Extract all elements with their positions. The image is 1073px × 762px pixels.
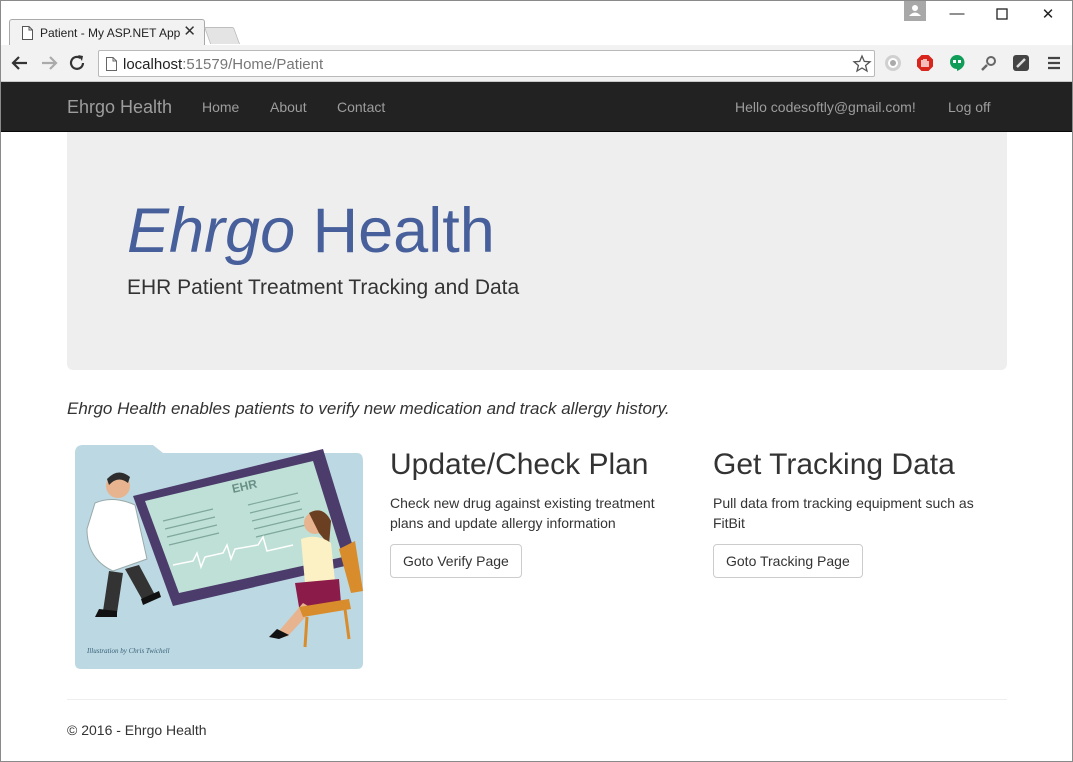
- address-bar[interactable]: localhost:51579/Home/Patient: [98, 50, 875, 77]
- back-icon[interactable]: [10, 53, 30, 73]
- url-text: localhost:51579/Home/Patient: [123, 56, 324, 73]
- minimize-icon[interactable]: —: [942, 5, 972, 25]
- feature-tracking: Get Tracking Data Pull data from trackin…: [713, 447, 1013, 578]
- browser-window: Patient - My ASP.NET App ✕ — ✕ localhost…: [0, 0, 1073, 762]
- tab-title: Patient - My ASP.NET App: [40, 26, 180, 40]
- page-icon: [22, 26, 33, 40]
- verify-heading: Update/Check Plan: [390, 448, 649, 481]
- menu-icon[interactable]: [1045, 54, 1063, 72]
- footer-text: © 2016 - Ehrgo Health: [67, 722, 207, 738]
- tracking-heading: Get Tracking Data: [713, 448, 955, 481]
- forward-icon[interactable]: [39, 53, 59, 73]
- tracking-description: Pull data from tracking equipment such a…: [713, 495, 974, 531]
- page-info-icon[interactable]: [106, 57, 117, 71]
- hangouts-icon[interactable]: [948, 54, 966, 72]
- adblock-icon[interactable]: [916, 54, 934, 72]
- goto-tracking-button[interactable]: Goto Tracking Page: [713, 544, 863, 578]
- jumbotron-title: Ehrgo Health: [127, 196, 495, 266]
- profile-icon[interactable]: [904, 1, 926, 21]
- jumbotron-subtitle: EHR Patient Treatment Tracking and Data: [127, 276, 520, 299]
- bookmark-star-icon[interactable]: [852, 54, 872, 74]
- extension-circle-icon[interactable]: [884, 54, 902, 72]
- footer-divider: [67, 699, 1007, 700]
- browser-toolbar: localhost:51579/Home/Patient: [1, 45, 1072, 82]
- illustration-credit: Illustration by Chris Twichell: [86, 647, 170, 655]
- verify-description: Check new drug against existing treatmen…: [390, 495, 655, 531]
- nav-home[interactable]: Home: [202, 99, 239, 115]
- ehr-illustration: EHR Illustration by Chris Twichell: [75, 445, 363, 669]
- tab-close-icon[interactable]: ✕: [183, 24, 196, 40]
- nav-about[interactable]: About: [270, 99, 307, 115]
- browser-tab[interactable]: Patient - My ASP.NET App ✕: [9, 19, 205, 46]
- extension-gears-icon[interactable]: [980, 54, 998, 72]
- extension-dark-icon[interactable]: [1012, 54, 1030, 72]
- jumbotron: Ehrgo Health EHR Patient Treatment Track…: [67, 132, 1007, 370]
- new-tab-button[interactable]: [203, 27, 241, 44]
- close-window-icon[interactable]: ✕: [1033, 5, 1063, 25]
- maximize-icon[interactable]: [987, 5, 1017, 25]
- lead-text: Ehrgo Health enables patients to verify …: [67, 399, 670, 418]
- tab-strip: Patient - My ASP.NET App ✕ — ✕: [1, 1, 1072, 46]
- reload-icon[interactable]: [67, 53, 87, 73]
- site-navbar: Ehrgo Health Home About Contact Hello co…: [1, 82, 1072, 132]
- user-greeting-link[interactable]: Hello codesoftly@gmail.com!: [735, 99, 916, 115]
- logoff-link[interactable]: Log off: [948, 99, 991, 115]
- nav-contact[interactable]: Contact: [337, 99, 385, 115]
- feature-verify: Update/Check Plan Check new drug against…: [390, 447, 690, 578]
- goto-verify-button[interactable]: Goto Verify Page: [390, 544, 522, 578]
- navbar-brand[interactable]: Ehrgo Health: [67, 97, 172, 118]
